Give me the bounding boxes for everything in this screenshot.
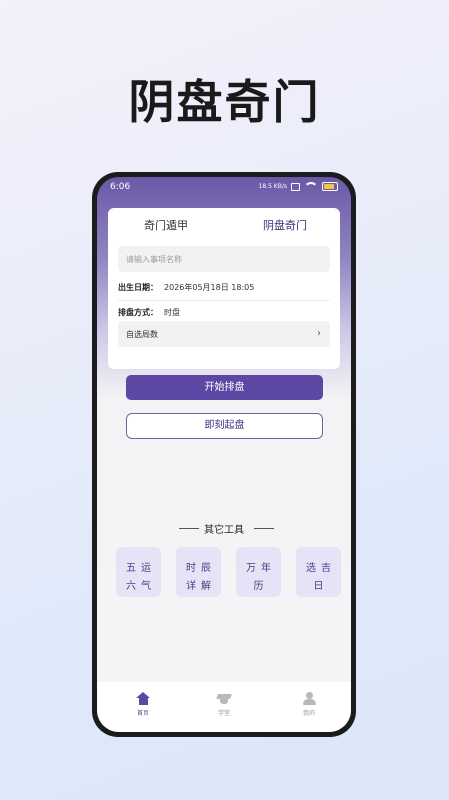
tool-line: 五运 xyxy=(126,563,156,574)
tool-line: 详解 xyxy=(186,581,216,592)
event-name-input[interactable] xyxy=(118,246,330,272)
tool-shichen-xiangjie[interactable]: 时辰 详解 xyxy=(176,547,221,597)
user-icon xyxy=(302,692,316,705)
graduation-cap-icon xyxy=(216,692,232,705)
wifi-icon xyxy=(304,182,318,191)
network-speed: 18.5 KB/s xyxy=(258,182,287,190)
other-tools-title: 其它工具 xyxy=(204,525,244,536)
tool-line: 六气 xyxy=(126,581,156,592)
birth-date-label: 出生日期： xyxy=(118,283,158,292)
custom-ju-label: 自选局数 xyxy=(126,330,158,339)
tool-line: 选吉 xyxy=(306,563,336,574)
instant-chart-button[interactable]: 即刻起盘 xyxy=(126,413,323,439)
promo-headline: 阴盘奇门 xyxy=(128,75,321,129)
divider xyxy=(118,300,330,301)
battery-icon xyxy=(322,182,338,191)
tab-qimen-dunjia[interactable]: 奇门遁甲 xyxy=(144,217,188,233)
start-chart-button[interactable]: 开始排盘 xyxy=(126,375,323,400)
tool-xuanjiri[interactable]: 选吉 日 xyxy=(296,547,341,597)
tab-yinpan-qimen[interactable]: 阴盘奇门 xyxy=(263,217,307,233)
nav-school[interactable]: 学堂 xyxy=(204,692,244,717)
status-bar: 6:06 18.5 KB/s xyxy=(97,177,351,197)
phone-frame: 6:06 18.5 KB/s 奇门遁甲 阴盘奇门 出生日期： 2026年05月1… xyxy=(92,172,356,737)
tool-line: 万年 xyxy=(246,563,276,574)
method-value[interactable]: 时盘 xyxy=(164,307,180,318)
nav-mine-label: 我的 xyxy=(302,710,315,717)
chart-form-card: 奇门遁甲 阴盘奇门 出生日期： 2026年05月18日 18:05 排盘方式： … xyxy=(108,208,340,369)
nav-home-label: 首页 xyxy=(136,710,149,717)
sim-icon xyxy=(291,182,300,191)
nav-school-label: 学堂 xyxy=(217,710,230,717)
bottom-tab-bar: 首页 学堂 我的 xyxy=(97,682,351,732)
chevron-right-icon: › xyxy=(317,328,321,339)
tool-wannianli[interactable]: 万年 历 xyxy=(236,547,281,597)
tool-line: 时辰 xyxy=(186,563,216,574)
birth-date-value[interactable]: 2026年05月18日 18:05 xyxy=(164,282,254,293)
home-icon xyxy=(136,692,150,705)
tool-line: 历 xyxy=(253,581,269,592)
status-time: 6:06 xyxy=(110,182,131,192)
method-label: 排盘方式： xyxy=(118,308,158,317)
app-screen: 6:06 18.5 KB/s 奇门遁甲 阴盘奇门 出生日期： 2026年05月1… xyxy=(97,177,351,732)
mode-tabs: 奇门遁甲 阴盘奇门 xyxy=(108,208,340,238)
birth-date-row[interactable]: 出生日期： 2026年05月18日 18:05 xyxy=(118,282,330,294)
nav-home[interactable]: 首页 xyxy=(123,692,163,717)
tool-wuyun-liuqi[interactable]: 五运 六气 xyxy=(116,547,161,597)
nav-mine[interactable]: 我的 xyxy=(289,692,329,717)
status-icons: 18.5 KB/s xyxy=(259,182,338,191)
tool-line: 日 xyxy=(313,581,329,592)
custom-ju-select[interactable]: 自选局数 › xyxy=(118,321,330,347)
section-divider-right xyxy=(254,528,274,529)
method-row[interactable]: 排盘方式： 时盘 xyxy=(118,307,330,319)
